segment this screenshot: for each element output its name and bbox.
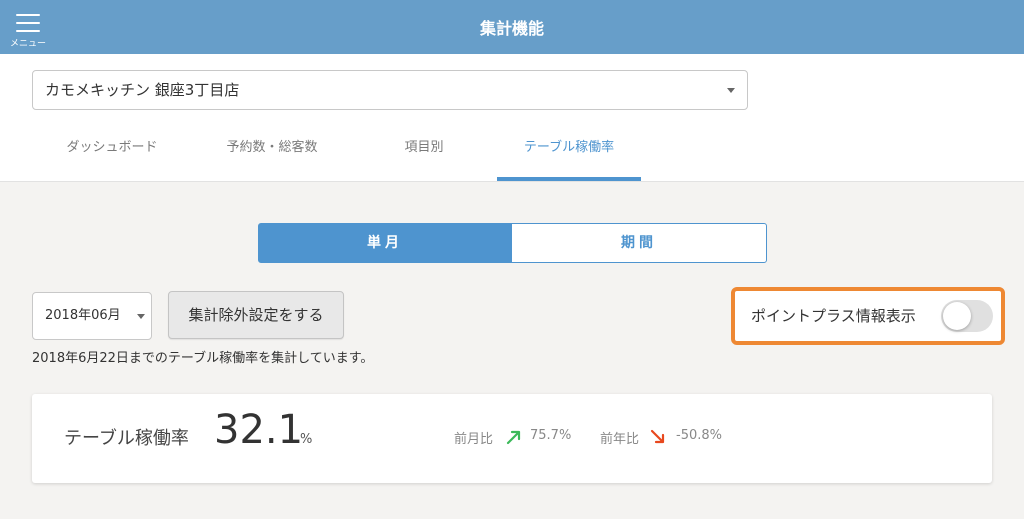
chevron-down-icon xyxy=(137,314,145,319)
summary-value: 32.1 xyxy=(214,407,304,453)
point-plus-toggle[interactable] xyxy=(941,300,993,332)
point-plus-label: ポイントプラス情報表示 xyxy=(751,307,916,325)
segment-period[interactable]: 期間 xyxy=(511,223,767,263)
summary-label: テーブル稼働率 xyxy=(64,428,189,449)
summary-unit: % xyxy=(300,432,313,447)
store-select-value: カモメキッチン 銀座3丁目店 xyxy=(45,81,240,99)
store-select[interactable]: カモメキッチン 銀座3丁目店 xyxy=(32,70,748,110)
aggregation-note: 2018年6月22日までのテーブル稼働率を集計しています。 xyxy=(32,351,374,366)
prev-year-label: 前年比 xyxy=(600,432,640,447)
trend-down-icon xyxy=(650,429,665,444)
toggle-knob xyxy=(943,302,971,330)
tab-dashboard[interactable]: ダッシュボード xyxy=(40,126,184,182)
prev-month-label: 前月比 xyxy=(454,432,494,447)
page-title: 集計機能 xyxy=(479,19,544,38)
month-select-value: 2018年06月 xyxy=(45,308,121,323)
exclusion-settings-button[interactable]: 集計除外設定をする xyxy=(168,291,344,339)
segment-single-month[interactable]: 単月 xyxy=(258,223,512,263)
tab-items[interactable]: 項目別 xyxy=(352,126,496,182)
trend-up-icon xyxy=(506,430,521,445)
header-panel: カモメキッチン 銀座3丁目店 ダッシュボード 予約数・総客数 項目別 テーブル稼… xyxy=(0,54,1024,182)
chevron-down-icon xyxy=(727,88,735,93)
prev-year-value: -50.8% xyxy=(676,428,722,443)
summary-card: テーブル稼働率 32.1 % 前月比 75.7% 前年比 -50.8% xyxy=(32,394,992,483)
month-select[interactable]: 2018年06月 xyxy=(32,292,152,340)
active-tab-indicator xyxy=(497,177,641,181)
top-bar: メニュー 集計機能 xyxy=(0,0,1024,54)
tab-table-occupancy[interactable]: テーブル稼働率 xyxy=(497,126,641,182)
prev-month-value: 75.7% xyxy=(530,428,572,443)
tab-reservations[interactable]: 予約数・総客数 xyxy=(200,126,344,182)
point-plus-panel: ポイントプラス情報表示 xyxy=(731,287,1005,345)
